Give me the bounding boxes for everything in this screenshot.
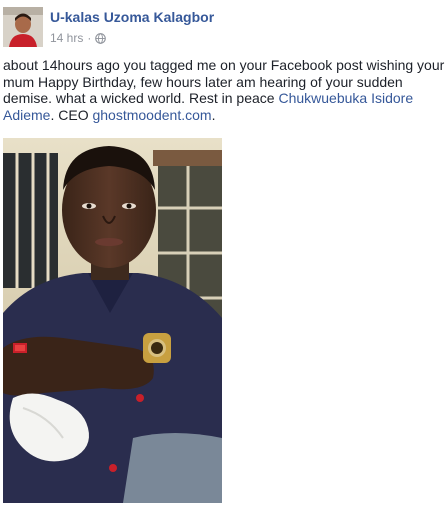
post-text-middle: . CEO <box>50 106 93 123</box>
post-text-end: . <box>211 106 216 123</box>
website-link[interactable]: ghostmoodent.com <box>92 107 211 123</box>
post-meta: 14 hrs · <box>50 31 107 45</box>
post-text: about 14hours ago you tagged me on your … <box>3 57 445 123</box>
post-timestamp[interactable]: 14 hrs <box>50 31 83 45</box>
globe-icon[interactable] <box>95 32 107 44</box>
meta-separator: · <box>87 31 92 45</box>
post-header: U-kalas Uzoma Kalagbor 14 hrs · <box>3 7 443 47</box>
avatar[interactable] <box>3 7 43 47</box>
post-photo[interactable] <box>3 138 222 503</box>
author-name[interactable]: U-kalas Uzoma Kalagbor <box>50 9 214 25</box>
